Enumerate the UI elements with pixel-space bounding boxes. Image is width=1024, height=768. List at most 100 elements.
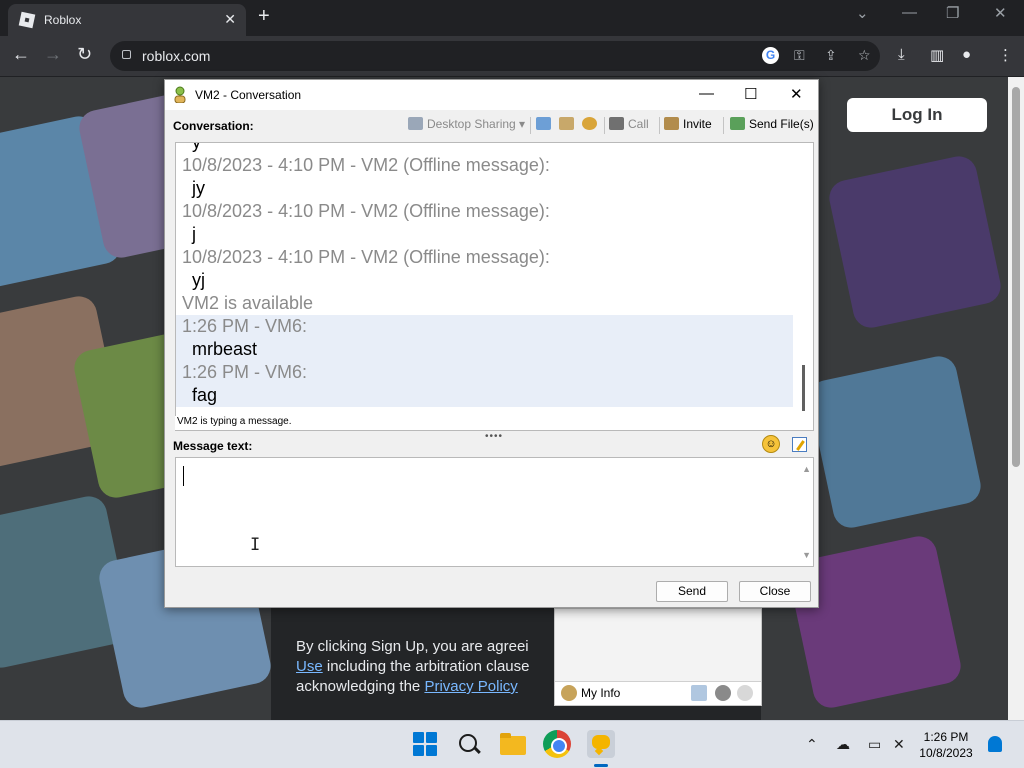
- my-info-label[interactable]: My Info: [581, 686, 620, 700]
- conversation-titlebar[interactable]: VM2 - Conversation — ☐ ✕: [165, 80, 818, 110]
- download-icon[interactable]: ⤓: [898, 46, 905, 63]
- side-panel-icon[interactable]: ▥: [930, 46, 944, 64]
- key-icon[interactable]: ⚿: [794, 47, 805, 64]
- terms-text: By clicking Sign Up, you are agreei Use …: [296, 637, 556, 697]
- conversation-window: VM2 - Conversation — ☐ ✕ Conversation: D…: [164, 79, 819, 608]
- new-tab-button[interactable]: +: [258, 5, 270, 28]
- invite-button[interactable]: Invite: [664, 117, 712, 131]
- terms-mid: including the arbitration clause: [322, 658, 530, 675]
- desktop-sharing-icon: [408, 117, 423, 130]
- ibeam-cursor-icon: I: [250, 535, 261, 555]
- message-input[interactable]: I ▲ ▼: [175, 457, 814, 567]
- conv-minimize-button[interactable]: —: [699, 85, 714, 102]
- page-scrollbar-thumb[interactable]: [1012, 87, 1020, 467]
- conversation-history[interactable]: y 10/8/2023 - 4:10 PM - VM2 (Offline mess…: [175, 142, 814, 431]
- back-button[interactable]: ←: [12, 44, 30, 65]
- toolbar-separator: [723, 117, 724, 134]
- active-app-indicator: [594, 764, 608, 767]
- splitter-grip[interactable]: ••••: [485, 431, 503, 442]
- terms-ack: acknowledging the: [296, 678, 425, 695]
- call-button[interactable]: Call: [609, 117, 649, 131]
- status-online-icon[interactable]: [691, 685, 707, 701]
- profile-icon[interactable]: ●: [962, 46, 971, 63]
- share-icon[interactable]: ⇪: [825, 47, 837, 64]
- message-body: jy: [192, 178, 205, 198]
- contact-info-button[interactable]: [559, 117, 578, 131]
- system-clock[interactable]: 1:26 PM 10/8/2023: [914, 729, 978, 761]
- clock-time: 1:26 PM: [923, 730, 969, 744]
- file-explorer-icon[interactable]: [499, 730, 527, 758]
- forward-button[interactable]: →: [44, 44, 62, 65]
- window-minimize-button[interactable]: —: [902, 4, 917, 21]
- message-body: yj: [192, 270, 205, 290]
- conv-maximize-button[interactable]: ☐: [744, 85, 757, 103]
- conversation-label: Conversation:: [173, 119, 254, 133]
- chrome-icon[interactable]: [543, 730, 571, 758]
- reload-button[interactable]: ↻: [77, 44, 92, 65]
- font-style-icon[interactable]: [792, 437, 807, 452]
- browser-toolbar: ← → ↻ roblox.com G ⚿ ⇪ ☆ ⤓ ▥ ● ⋮: [0, 36, 1024, 76]
- url-text: roblox.com: [142, 48, 211, 64]
- contacts-window: My Info: [554, 608, 762, 706]
- tab-close-icon[interactable]: ✕: [224, 11, 236, 28]
- history-icon: [536, 117, 551, 130]
- menu-kebab-icon[interactable]: ⋮: [998, 46, 1013, 64]
- plugins-button[interactable]: [582, 117, 601, 131]
- tab-search-chevron-icon[interactable]: ⌄: [856, 4, 869, 22]
- send-files-label: Send File(s): [749, 117, 814, 131]
- history-scrollbar-thumb[interactable]: [802, 365, 805, 411]
- login-button[interactable]: Log In: [847, 98, 987, 132]
- camera-icon: [609, 117, 624, 130]
- volume-muted-icon[interactable]: ✕: [893, 736, 905, 753]
- messenger-icon[interactable]: [587, 730, 615, 758]
- history-button[interactable]: [536, 117, 555, 131]
- conv-close-button[interactable]: ✕: [790, 85, 803, 103]
- game-tile: [826, 153, 1004, 331]
- input-scroll-up-icon[interactable]: ▲: [802, 464, 811, 474]
- contacts-status-bar: My Info: [555, 681, 761, 705]
- presence-status: VM2 is available: [182, 293, 314, 313]
- browser-tab-roblox[interactable]: Roblox ✕: [8, 4, 246, 36]
- tray-chevron-icon[interactable]: ⌃: [806, 736, 818, 753]
- toolbar-separator: [659, 117, 660, 134]
- window-restore-button[interactable]: ❐: [946, 4, 959, 22]
- message-header: 1:26 PM - VM6:: [176, 361, 793, 384]
- bookmark-star-icon[interactable]: ☆: [858, 47, 871, 64]
- contact-info-icon: [559, 117, 574, 130]
- message-header: 10/8/2023 - 4:10 PM - VM2 (Offline messa…: [182, 155, 550, 175]
- status-offline-icon[interactable]: [737, 685, 753, 701]
- emoticon-icon[interactable]: ☺: [762, 435, 780, 453]
- roblox-favicon-icon: [18, 11, 36, 29]
- network-icon[interactable]: ▭: [868, 736, 881, 753]
- search-icon[interactable]: [455, 730, 483, 758]
- message-list: y 10/8/2023 - 4:10 PM - VM2 (Offline mess…: [176, 143, 793, 407]
- window-close-button[interactable]: ✕: [994, 4, 1007, 22]
- game-tile: [806, 353, 984, 531]
- send-files-button[interactable]: Send File(s): [730, 117, 814, 131]
- conversation-title: VM2 - Conversation: [195, 88, 302, 102]
- history-scrollbar[interactable]: [795, 143, 813, 430]
- typing-status: VM2 is typing a message.: [175, 416, 792, 430]
- message-header: 10/8/2023 - 4:10 PM - VM2 (Offline messa…: [182, 247, 550, 267]
- invite-label: Invite: [683, 117, 712, 131]
- onedrive-icon[interactable]: ☁: [836, 736, 850, 753]
- close-button[interactable]: Close: [739, 581, 811, 602]
- tab-title: Roblox: [44, 13, 82, 27]
- status-busy-icon[interactable]: [715, 685, 731, 701]
- google-lens-icon[interactable]: G: [762, 47, 779, 64]
- page-scrollbar[interactable]: [1008, 77, 1024, 720]
- address-bar[interactable]: roblox.com G ⚿ ⇪ ☆: [110, 41, 880, 71]
- text-caret: [183, 466, 184, 486]
- send-button[interactable]: Send: [656, 581, 728, 602]
- input-scroll-down-icon[interactable]: ▼: [802, 550, 811, 560]
- notification-bell-icon[interactable]: [988, 736, 1002, 752]
- start-button[interactable]: [411, 730, 439, 758]
- my-info-icon: [561, 685, 577, 701]
- desktop-sharing-label: Desktop Sharing: [427, 117, 516, 131]
- message-body: mrbeast: [176, 338, 793, 361]
- message-body: fag: [176, 384, 793, 407]
- terms-of-use-link[interactable]: Use: [296, 658, 323, 675]
- toolbar-separator: [604, 117, 605, 134]
- privacy-policy-link[interactable]: Privacy Policy: [424, 678, 517, 695]
- desktop-sharing-button[interactable]: Desktop Sharing ▾: [408, 117, 525, 131]
